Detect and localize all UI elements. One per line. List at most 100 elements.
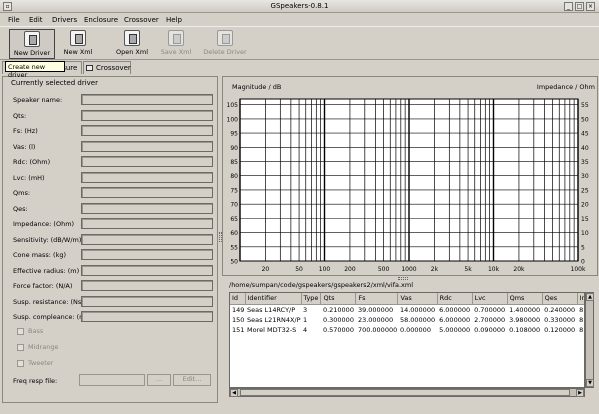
- x-tick-label: 100k: [571, 266, 586, 273]
- y-right-tick-label: 30: [581, 173, 589, 180]
- field-input[interactable]: [81, 295, 213, 307]
- freq-resp-label: Freq resp file:: [13, 377, 58, 385]
- field-input[interactable]: [81, 280, 213, 291]
- browse-button[interactable]: ...: [147, 374, 171, 386]
- field-input[interactable]: [81, 264, 213, 276]
- table-row[interactable]: 151 Morel MDT32-S 4 0.570000 700.000000 0.000…: [230, 325, 584, 335]
- table-cell: 700.000000: [357, 325, 398, 334]
- table-cell: 39.000000: [357, 305, 394, 314]
- x-tick-label: 20k: [513, 266, 525, 273]
- tab-bar: losure Crossover: [0, 60, 599, 74]
- field-label: Impedance: (Ohm): [13, 220, 75, 228]
- delete-driver-button[interactable]: Delete Driver: [200, 29, 250, 59]
- bass-checkbox[interactable]: Bass: [17, 327, 43, 335]
- scroll-right-icon[interactable]: ▶: [576, 389, 584, 397]
- table-cell: 0.120000: [544, 325, 576, 334]
- field-input[interactable]: [81, 156, 213, 167]
- scroll-left-icon[interactable]: ◀: [230, 389, 238, 397]
- field-input[interactable]: [81, 249, 213, 260]
- field-label: Force factor: (N/A): [13, 282, 73, 290]
- y-right-tick-label: 20: [581, 202, 589, 209]
- driver-table[interactable]: Id Identifier Type Qts Fs Vas Rdc Lvc Qms Qes Ir 1…: [229, 292, 585, 388]
- menu-drivers[interactable]: Drivers: [52, 16, 77, 24]
- new-xml-button[interactable]: New Xml: [58, 29, 98, 59]
- column-header[interactable]: Ir: [577, 293, 584, 305]
- y-tick-label: 55: [230, 244, 238, 251]
- midrange-checkbox[interactable]: Midrange: [17, 343, 58, 351]
- column-header[interactable]: Fs: [355, 293, 399, 305]
- field-input[interactable]: [81, 140, 213, 152]
- y-right-tick-label: 0: [581, 259, 585, 266]
- new-driver-button[interactable]: New Driver: [9, 29, 55, 59]
- y-axis-title-left: Magnitude / dB: [232, 83, 281, 91]
- column-header[interactable]: Identifier: [245, 293, 302, 305]
- field-input[interactable]: [81, 233, 213, 245]
- field-label: Fs: (Hz): [13, 127, 38, 135]
- x-tick-label: 200: [344, 266, 356, 273]
- table-row[interactable]: 149 Seas L14RCY/P 3 0.210000 39.000000 14.000…: [230, 304, 584, 315]
- menu-file[interactable]: File: [8, 16, 20, 24]
- table-cell: 5.000000: [439, 325, 471, 334]
- y-right-tick-label: 5: [581, 244, 585, 251]
- field-input[interactable]: [81, 109, 213, 121]
- column-header[interactable]: Type: [301, 293, 322, 305]
- freq-resp-file-field[interactable]: [79, 374, 145, 386]
- column-header[interactable]: Qms: [507, 293, 543, 305]
- menu-help[interactable]: Help: [166, 16, 182, 24]
- splitter-handle[interactable]: [398, 277, 408, 280]
- y-right-tick-label: 25: [581, 187, 589, 194]
- field-input[interactable]: [81, 171, 213, 183]
- y-tick-label: 70: [230, 202, 238, 209]
- field-input[interactable]: [81, 311, 213, 322]
- menu-crossover[interactable]: Crossover: [124, 16, 159, 24]
- plot-canvas: Magnitude / dB Impedance / Ohm105 55100 509…: [227, 83, 595, 273]
- horizontal-scroll-thumb[interactable]: [240, 389, 570, 396]
- menu-enclosure[interactable]: Enclosure: [84, 16, 118, 24]
- open-xml-button[interactable]: Open Xml: [110, 29, 154, 59]
- field-label: Lvc: (mH): [13, 173, 45, 182]
- table-cell: 0.570000: [322, 325, 354, 334]
- table-cell: 0.240000: [544, 305, 576, 314]
- x-tick-label: 1000: [401, 266, 416, 273]
- table-cell: 0.700000: [474, 305, 506, 314]
- column-header[interactable]: Id: [230, 293, 246, 305]
- tab-crossover[interactable]: Crossover: [83, 61, 131, 74]
- x-tick-label: 2k: [431, 266, 439, 273]
- table-row[interactable]: 150 Seas L21RN4X/P 1 0.300000 23.000000 58.00…: [230, 315, 584, 325]
- table-cell: 58.000000: [399, 315, 436, 324]
- horizontal-scrollbar[interactable]: ◀ ▶: [229, 388, 585, 397]
- y-tick-label: 90: [230, 145, 238, 152]
- table-cell: 8: [579, 325, 584, 334]
- table-cell: 0.000000: [399, 325, 431, 334]
- column-header[interactable]: Rdc: [437, 293, 473, 305]
- table-cell: 0.210000: [322, 305, 354, 314]
- close-icon[interactable]: ×: [586, 2, 595, 11]
- scroll-down-icon[interactable]: ▼: [586, 379, 594, 387]
- field-input[interactable]: [81, 187, 213, 198]
- save-xml-button[interactable]: Save Xml: [156, 29, 196, 59]
- open-xml-icon: [124, 30, 140, 46]
- column-header[interactable]: Vas: [397, 293, 438, 305]
- field-input[interactable]: [81, 218, 213, 229]
- vertical-scrollbar[interactable]: ▲ ▼: [585, 292, 594, 388]
- field-input[interactable]: [81, 94, 213, 105]
- column-header[interactable]: Qts: [320, 293, 357, 305]
- y-right-tick-label: 10: [581, 230, 589, 237]
- menu-edit[interactable]: Edit: [29, 16, 43, 24]
- column-header[interactable]: Lvc: [472, 293, 508, 305]
- maximize-icon[interactable]: □: [575, 2, 584, 11]
- y-tick-label: 100: [227, 116, 239, 123]
- y-tick-label: 65: [230, 216, 238, 223]
- x-tick-label: 10k: [488, 266, 500, 273]
- field-label: Susp. compleance: (m: [13, 313, 86, 321]
- vertical-splitter-handle[interactable]: [219, 232, 222, 242]
- minimize-icon[interactable]: _: [564, 2, 573, 11]
- tweeter-checkbox[interactable]: Tweeter: [17, 359, 53, 367]
- edit-button[interactable]: Edit...: [173, 374, 211, 386]
- y-right-tick-label: 45: [581, 131, 589, 138]
- scroll-up-icon[interactable]: ▲: [586, 293, 594, 301]
- table-cell: 0.108000: [509, 325, 541, 334]
- field-input[interactable]: [81, 202, 213, 214]
- column-header[interactable]: Qes: [542, 293, 578, 305]
- field-input[interactable]: [81, 125, 213, 136]
